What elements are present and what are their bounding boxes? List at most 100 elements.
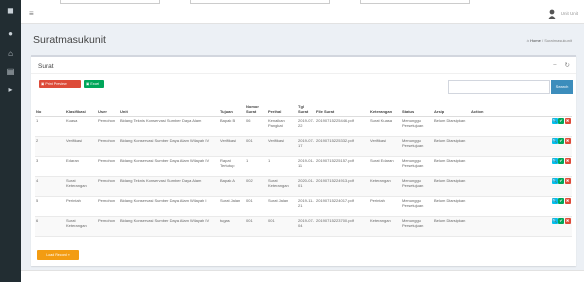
col-header[interactable]: Unit — [119, 100, 219, 117]
table-row[interactable]: 4 Surat Keterangan Pemohon Bidang Teknis Ko… — [35, 176, 572, 197]
table-header-row: No Klasifikasi User Unit Tujuan Nomor Su… — [35, 100, 572, 117]
table-cell: 2019-07-17 — [297, 136, 315, 157]
check-icon[interactable]: ✔ — [558, 197, 564, 204]
search-icon[interactable]: 🔍 — [551, 217, 558, 224]
excel-button[interactable]: ▣ Excel — [84, 80, 104, 88]
table-row[interactable]: 3 Edaran Pemohon Bidang Konservasi Sumber D… — [35, 156, 572, 177]
table-cell[interactable]: 20190715223700.pdf — [315, 216, 369, 237]
col-header[interactable]: User — [97, 100, 119, 117]
search-input[interactable] — [448, 80, 550, 94]
table-cell: Surat Keterangan — [65, 176, 97, 197]
search-icon[interactable]: 🔍 — [551, 117, 558, 124]
col-header[interactable]: Action — [470, 100, 572, 117]
col-header[interactable]: File Surat — [315, 100, 369, 117]
check-icon[interactable]: ✔ — [558, 117, 564, 124]
col-header[interactable]: Status — [401, 100, 433, 117]
search-icon[interactable]: 🔍 — [551, 137, 558, 144]
table-cell: Belum Diarsipkan — [433, 216, 470, 237]
table-cell: Bidang Konservasi Sumber Daya Alam Wilay… — [119, 196, 219, 217]
table-cell: Bidang Konservasi Sumber Daya Alam Wilay… — [119, 136, 219, 157]
table-row[interactable]: 6 Surat Keterangan Pemohon Bidang Konservas… — [35, 216, 572, 237]
box-title: Surat — [38, 63, 54, 70]
load-record-button[interactable]: Load Record » — [37, 250, 79, 260]
print-preview-button[interactable]: ▣ Print Preview — [39, 80, 81, 88]
user-icon[interactable]: ● — [5, 30, 16, 38]
table-cell: Menunggu Persetujuan — [401, 176, 433, 197]
close-icon[interactable]: ✖ — [564, 197, 571, 204]
table-cell: 2019-07-04 — [297, 216, 315, 237]
close-icon[interactable]: ✖ — [564, 177, 571, 184]
table-cell: 2 — [35, 136, 65, 157]
table-cell: Menunggu Persetujuan — [401, 136, 433, 157]
archive-icon[interactable]: ▤ — [5, 68, 16, 76]
col-header[interactable]: Keterangan — [369, 100, 401, 117]
table-cell: Verifikasi — [219, 136, 245, 157]
col-header[interactable]: Nomor Surat — [245, 100, 267, 117]
col-header[interactable]: Tgl Surat — [297, 100, 315, 117]
action-cell: 🔍 ✔ ✖ — [470, 176, 572, 197]
table-cell: 1 — [267, 156, 297, 177]
table-cell[interactable]: 20190715225446.pdf — [315, 116, 369, 137]
table-cell[interactable]: 20190715225157.pdf — [315, 156, 369, 177]
table-cell: Pemohon — [97, 196, 119, 217]
table-cell: Surat Kuasa — [369, 116, 401, 137]
table-cell: 06 — [245, 116, 267, 137]
action-cell: 🔍 ✔ ✖ — [470, 116, 572, 137]
table-cell: Surat Keterangan — [267, 176, 297, 197]
refresh-icon[interactable]: ↻ — [565, 62, 570, 69]
search-icon[interactable]: 🔍 — [551, 177, 558, 184]
col-header[interactable]: No — [35, 100, 65, 117]
check-icon[interactable]: ✔ — [558, 157, 564, 164]
check-icon[interactable]: ✔ — [558, 217, 564, 224]
page-title: Suratmasukunit — [33, 34, 106, 46]
search-icon[interactable]: 🔍 — [551, 197, 558, 204]
table-cell: Pemohon — [97, 156, 119, 177]
table-cell: 001 — [245, 136, 267, 157]
logo-icon[interactable]: ◼ — [5, 7, 16, 15]
table-cell: Edaran — [65, 156, 97, 177]
surat-table: No Klasifikasi User Unit Tujuan Nomor Su… — [35, 100, 572, 237]
table-cell: Kuasa — [65, 116, 97, 137]
search-icon[interactable]: 🔍 — [551, 157, 558, 164]
home-icon[interactable]: ⌂ — [5, 50, 16, 58]
check-icon[interactable]: ✔ — [558, 177, 564, 184]
close-icon[interactable]: ✖ — [564, 157, 571, 164]
table-cell: Kenaikan Pangkat — [267, 116, 297, 137]
table-cell: Bapak B — [219, 116, 245, 137]
search-button[interactable]: Search — [551, 80, 573, 94]
table-cell: 2019-07-22 — [297, 116, 315, 137]
table-cell: Rapat Tertutup — [219, 156, 245, 177]
table-cell[interactable]: 20190715225332.pdf — [315, 136, 369, 157]
close-icon[interactable]: ✖ — [564, 217, 571, 224]
table-cell: Pemohon — [97, 176, 119, 197]
close-icon[interactable]: ✖ — [564, 117, 571, 124]
table-cell: 2019-11-21 — [297, 196, 315, 217]
table-cell: Keterangan — [369, 216, 401, 237]
action-cell: 🔍 ✔ ✖ — [470, 196, 572, 217]
table-row[interactable]: 1 Kuasa Pemohon Bidang Teknis Konservasi Su… — [35, 116, 572, 137]
table-cell: 3 — [35, 156, 65, 177]
footer — [21, 270, 584, 282]
table-row[interactable]: 2 Verifikasi Pemohon Bidang Konservasi Sumb… — [35, 136, 572, 157]
avatar[interactable] — [548, 9, 556, 19]
table-cell: 001 — [245, 196, 267, 217]
table-cell[interactable]: 20190715224913.pdf — [315, 176, 369, 197]
collapse-icon[interactable]: − — [553, 62, 557, 69]
check-icon[interactable]: ✔ — [558, 137, 564, 144]
inbox-icon[interactable]: ▸ — [5, 86, 16, 94]
table-row[interactable]: 5 Perintah Pemohon Bidang Konservasi Sumber… — [35, 196, 572, 217]
bars-icon[interactable]: ≡ — [29, 10, 34, 18]
col-header[interactable]: Tujuan — [219, 100, 245, 117]
table-cell: Bidang Konservasi Sumber Daya Alam Wilay… — [119, 216, 219, 237]
user-name[interactable]: Unit Unit — [561, 11, 578, 16]
table-cell: Surat Edaran — [369, 156, 401, 177]
col-header[interactable]: Klasifikasi — [65, 100, 97, 117]
breadcrumb-home[interactable]: ⌂ Home — [527, 38, 541, 43]
col-header[interactable]: Perihal — [267, 100, 297, 117]
action-cell: 🔍 ✔ ✖ — [470, 156, 572, 177]
close-icon[interactable]: ✖ — [564, 137, 571, 144]
table-cell[interactable]: 20190715224017.pdf — [315, 196, 369, 217]
table-cell: Surat Jalan — [267, 196, 297, 217]
col-header[interactable]: Arsip — [433, 100, 470, 117]
content-header: Suratmasukunit ⌂ Home / Suratmasukunit — [21, 24, 584, 54]
